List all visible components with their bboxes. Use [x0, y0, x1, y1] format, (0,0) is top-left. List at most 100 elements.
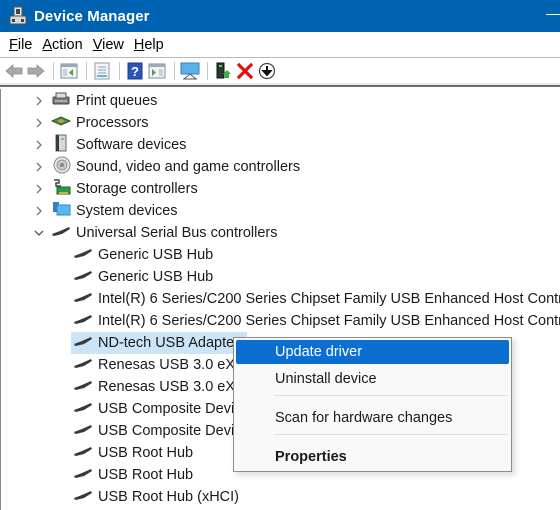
menu-view-label: iew [102, 36, 124, 53]
menu-view[interactable]: View [88, 37, 129, 53]
minimize-button[interactable] [540, 0, 560, 32]
tree-device-item[interactable]: Generic USB Hub [73, 244, 213, 266]
storage-controller-icon [51, 178, 71, 200]
usb-icon [73, 268, 93, 286]
tree-device-item[interactable]: USB Root Hub [73, 464, 193, 486]
arrow-left-icon [5, 64, 23, 78]
menu-bar: File Action View Help [0, 32, 560, 58]
usb-icon [73, 488, 93, 506]
toolbar-separator [174, 62, 175, 80]
properties-sheet-icon [94, 62, 110, 80]
usb-icon [73, 290, 93, 308]
update-driver-button[interactable] [213, 61, 233, 81]
tree-category-label: Universal Serial Bus controllers [76, 225, 278, 241]
chevron-right-icon[interactable] [33, 139, 45, 151]
tree-device-label: USB Composite Device [98, 401, 250, 417]
menu-file-label: ile [17, 36, 33, 53]
menu-file[interactable]: File [4, 37, 37, 53]
tree-device-item-selected[interactable]: ND-tech USB Adapter [71, 332, 247, 354]
chevron-right-icon[interactable] [33, 183, 45, 195]
tree-category-label: Sound, video and game controllers [76, 159, 301, 175]
tree-category-usb-controllers[interactable]: Universal Serial Bus controllers [33, 222, 277, 244]
tree-device-label: USB Root Hub (xHCI) [98, 489, 240, 505]
tree-category-software-devices[interactable]: Software devices [33, 134, 186, 156]
console-tree-button[interactable] [59, 61, 79, 81]
usb-icon [51, 224, 71, 242]
menu-help[interactable]: Help [129, 37, 169, 53]
console-tree-icon [60, 63, 78, 79]
menu-action[interactable]: Action [37, 37, 87, 53]
context-menu: Update driver Uninstall device Scan for … [233, 337, 512, 472]
menu-view-accel: V [92, 36, 103, 53]
menu-help-label: elp [144, 36, 164, 53]
help-icon: ? [127, 62, 143, 80]
menu-file-accel: F [9, 36, 18, 53]
tree-device-label: Intel(R) 6 Series/C200 Series Chipset Fa… [98, 291, 560, 307]
context-menu-properties[interactable]: Properties [236, 445, 509, 469]
tree-category-processors[interactable]: Processors [33, 112, 149, 134]
back-button[interactable] [4, 61, 24, 81]
context-menu-scan-hardware[interactable]: Scan for hardware changes [236, 406, 509, 430]
tree-device-label: USB Composite Device [98, 423, 250, 439]
tree-device-item[interactable]: Intel(R) 6 Series/C200 Series Chipset Fa… [73, 310, 560, 332]
uninstall-device-button[interactable] [235, 61, 255, 81]
menu-action-accel: A [42, 36, 53, 53]
tree-device-item[interactable]: USB Composite Device [73, 398, 250, 420]
tree-device-item[interactable]: Intel(R) 6 Series/C200 Series Chipset Fa… [73, 288, 560, 310]
chevron-right-icon[interactable] [33, 95, 45, 107]
toolbar-separator [53, 62, 54, 80]
tree-device-label: USB Root Hub [98, 445, 194, 461]
disable-device-button[interactable] [257, 61, 277, 81]
usb-icon [73, 246, 93, 264]
scan-hardware-button[interactable] [180, 61, 200, 81]
down-arrow-circle-icon [258, 62, 276, 80]
tree-device-label: ND-tech USB Adapter [98, 335, 240, 351]
usb-icon [73, 312, 93, 330]
usb-icon [73, 444, 93, 462]
usb-icon [73, 466, 93, 484]
tree-category-label: Processors [76, 115, 149, 131]
chevron-right-icon[interactable] [33, 161, 45, 173]
software-device-icon [51, 134, 71, 156]
usb-icon [73, 400, 93, 418]
toolbar-separator [119, 62, 120, 80]
tree-device-item[interactable]: USB Composite Device [73, 420, 250, 442]
tree-device-item[interactable]: USB Root Hub [73, 442, 193, 464]
context-menu-uninstall-device[interactable]: Uninstall device [236, 367, 509, 391]
chevron-right-icon[interactable] [33, 117, 45, 129]
tree-category-storage-controllers[interactable]: Storage controllers [33, 178, 198, 200]
system-devices-icon [51, 200, 71, 222]
action-pane-button[interactable] [147, 61, 167, 81]
toolbar: ? [0, 59, 560, 83]
toolbar-divider [0, 83, 560, 87]
red-x-icon [237, 63, 253, 79]
chevron-down-icon[interactable] [33, 227, 45, 239]
tree-device-label: Generic USB Hub [98, 269, 214, 285]
tree-device-label: Intel(R) 6 Series/C200 Series Chipset Fa… [98, 313, 560, 329]
properties-button[interactable] [92, 61, 112, 81]
chevron-right-icon[interactable] [33, 205, 45, 217]
title-bar: Device Manager [0, 0, 560, 32]
minimize-icon [546, 14, 560, 15]
tree-category-sound[interactable]: Sound, video and game controllers [33, 156, 300, 178]
usb-icon [73, 356, 93, 374]
toolbar-separator [207, 62, 208, 80]
svg-text:?: ? [131, 64, 139, 79]
tree-category-label: Storage controllers [76, 181, 198, 197]
tree-category-label: System devices [76, 203, 178, 219]
tree-device-item[interactable]: Generic USB Hub [73, 266, 213, 288]
tree-category-label: Print queues [76, 93, 158, 109]
tree-category-system-devices[interactable]: System devices [33, 200, 178, 222]
tree-category-print-queues[interactable]: Print queues [33, 90, 157, 112]
context-menu-update-driver[interactable]: Update driver [236, 340, 509, 364]
action-pane-icon [148, 63, 166, 79]
tree-device-item[interactable]: USB Root Hub (xHCI) [73, 486, 239, 508]
menu-action-label: ction [52, 36, 83, 53]
context-menu-separator [274, 434, 508, 435]
menu-help-accel: H [133, 36, 145, 53]
speaker-icon [51, 156, 71, 178]
forward-button[interactable] [26, 61, 46, 81]
arrow-right-icon [27, 64, 45, 78]
help-button[interactable]: ? [125, 61, 145, 81]
usb-icon [73, 378, 93, 396]
